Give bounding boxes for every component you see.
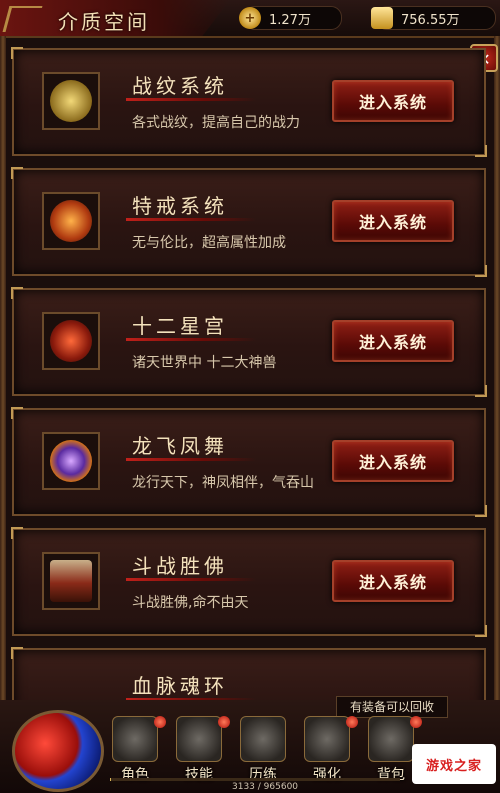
buddha-icon xyxy=(42,552,100,610)
nav-label: 技能 xyxy=(185,767,213,783)
training-icon xyxy=(240,716,286,762)
nav-label: 背包 xyxy=(377,767,405,783)
name-underline xyxy=(126,578,256,581)
system-desc: 斗战胜佛,命不由天 xyxy=(132,595,249,611)
forge-hammer-icon xyxy=(304,716,350,762)
nav-skill[interactable]: 技能 xyxy=(172,716,226,783)
exp-text: 3133 / 965600 xyxy=(232,782,299,792)
system-desc: 诸天世界中 十二大神兽 xyxy=(132,355,277,371)
system-desc: 无与伦比，超高属性加成 xyxy=(132,235,286,251)
nav-label: 历练 xyxy=(249,767,277,783)
nav-backpack[interactable]: 背包 xyxy=(364,716,418,783)
nav-forge[interactable]: 强化 xyxy=(300,716,354,783)
battle-pattern-icon xyxy=(42,72,100,130)
title-banner: 介质空间 xyxy=(0,0,230,36)
enter-system-button[interactable]: 进入系统 xyxy=(332,200,454,242)
ingot-value: 756.55万 xyxy=(401,12,460,28)
enter-system-button[interactable]: 进入系统 xyxy=(332,560,454,602)
frame-left-border xyxy=(0,36,6,736)
exp-fill xyxy=(110,778,111,781)
system-name: 龙飞凤舞 xyxy=(132,434,228,458)
nav-character[interactable]: 角色 xyxy=(108,716,162,783)
name-underline xyxy=(126,338,256,341)
title-ornament-icon xyxy=(2,6,43,32)
enter-system-button[interactable]: 进入系统 xyxy=(332,440,454,482)
system-name: 特戒系统 xyxy=(132,194,228,218)
system-name: 战纹系统 xyxy=(132,74,228,98)
page-title: 介质空间 xyxy=(58,10,150,34)
enter-system-button[interactable]: 进入系统 xyxy=(332,80,454,122)
system-name: 十二星宫 xyxy=(132,314,228,338)
recycle-tooltip[interactable]: 有装备可以回收 xyxy=(336,696,448,718)
notification-dot xyxy=(346,716,358,728)
enter-system-button[interactable]: 进入系统 xyxy=(332,320,454,362)
top-bar: 介质空间 + 1.27万 756.55万 xyxy=(0,0,500,38)
zodiac-icon xyxy=(42,312,100,370)
watermark-logo: 游戏之家 xyxy=(412,744,496,784)
system-card-battle-pattern: 战纹系统 各式战纹，提高自己的战力 进入系统 xyxy=(11,47,487,157)
character-icon xyxy=(112,716,158,762)
exp-bar xyxy=(110,778,400,781)
nav-label: 强化 xyxy=(313,767,341,783)
system-name: 斗战胜佛 xyxy=(132,554,228,578)
system-desc: 龙行天下，神凤相伴，气吞山 xyxy=(132,475,314,491)
backpack-icon xyxy=(368,716,414,762)
gold-coin-icon: + xyxy=(239,7,261,29)
system-name: 血脉魂环 xyxy=(132,674,228,698)
special-ring-icon xyxy=(42,192,100,250)
gold-value: 1.27万 xyxy=(269,12,311,28)
gold-ingot-icon xyxy=(371,7,393,29)
nav-training[interactable]: 历练 xyxy=(236,716,290,783)
watermark-text: 游戏之家 xyxy=(425,758,482,774)
name-underline xyxy=(126,98,256,101)
frame-right-border xyxy=(494,36,500,736)
system-list[interactable]: 战纹系统 各式战纹，提高自己的战力 进入系统 特戒系统 无与伦比，超高属性加成 … xyxy=(11,47,487,768)
skill-book-icon xyxy=(176,716,222,762)
notification-dot xyxy=(154,716,166,728)
system-desc: 各式战纹，提高自己的战力 xyxy=(132,115,300,131)
system-card-zodiac: 十二星宫 诸天世界中 十二大神兽 进入系统 xyxy=(11,287,487,397)
dragon-phoenix-icon xyxy=(42,432,100,490)
name-underline xyxy=(126,458,256,461)
notification-dot xyxy=(218,716,230,728)
nav-label: 角色 xyxy=(121,767,149,783)
notification-dot xyxy=(410,716,422,728)
name-underline xyxy=(126,218,256,221)
system-card-buddha: 斗战胜佛 斗战胜佛,命不由天 进入系统 xyxy=(11,527,487,637)
hp-mp-orb xyxy=(12,710,104,792)
gold-currency[interactable]: + 1.27万 xyxy=(239,6,342,30)
system-card-dragon-phoenix: 龙飞凤舞 龙行天下，神凤相伴，气吞山 进入系统 xyxy=(11,407,487,517)
ingot-currency[interactable]: 756.55万 xyxy=(371,6,496,30)
system-card-special-ring: 特戒系统 无与伦比，超高属性加成 进入系统 xyxy=(11,167,487,277)
